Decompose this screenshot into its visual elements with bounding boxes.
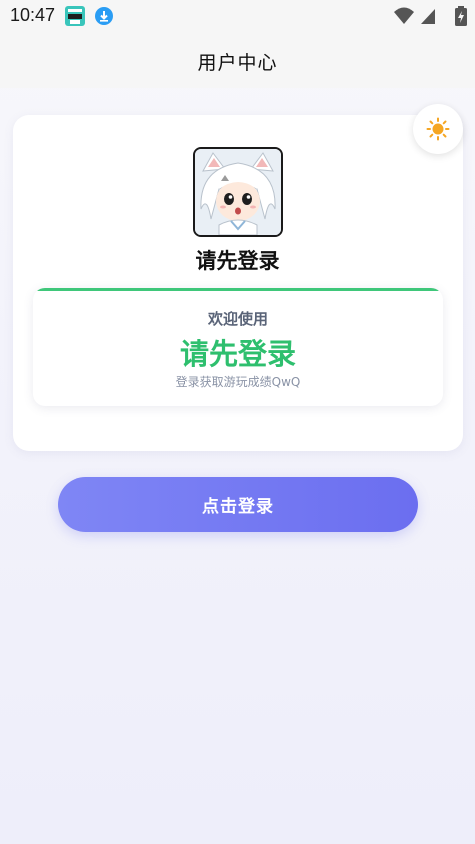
avatar-image: [195, 149, 281, 235]
welcome-status-text: 请先登录: [179, 337, 296, 371]
welcome-accent-bar: [33, 288, 443, 291]
download-icon: [95, 7, 113, 25]
page-title: 用户中心: [197, 52, 278, 74]
sun-icon: [426, 117, 450, 141]
welcome-label: 欢迎使用: [207, 310, 268, 328]
avatar[interactable]: [193, 147, 283, 237]
signal-icon: [421, 9, 435, 24]
battery-charging-icon: [455, 6, 467, 26]
anime-app-icon: [65, 6, 85, 26]
username-label: 请先登录: [195, 249, 280, 273]
theme-toggle-button[interactable]: [413, 104, 463, 154]
wifi-icon: [394, 7, 414, 24]
status-bar: 10:47: [0, 0, 475, 32]
status-time: 10:47: [10, 5, 56, 25]
app-header: 用户中心: [0, 32, 475, 88]
login-button[interactable]: 点击登录: [58, 477, 418, 532]
welcome-panel: 欢迎使用 请先登录 登录获取游玩成绩QwQ: [33, 288, 443, 406]
welcome-subtitle: 登录获取游玩成绩QwQ: [175, 375, 301, 389]
